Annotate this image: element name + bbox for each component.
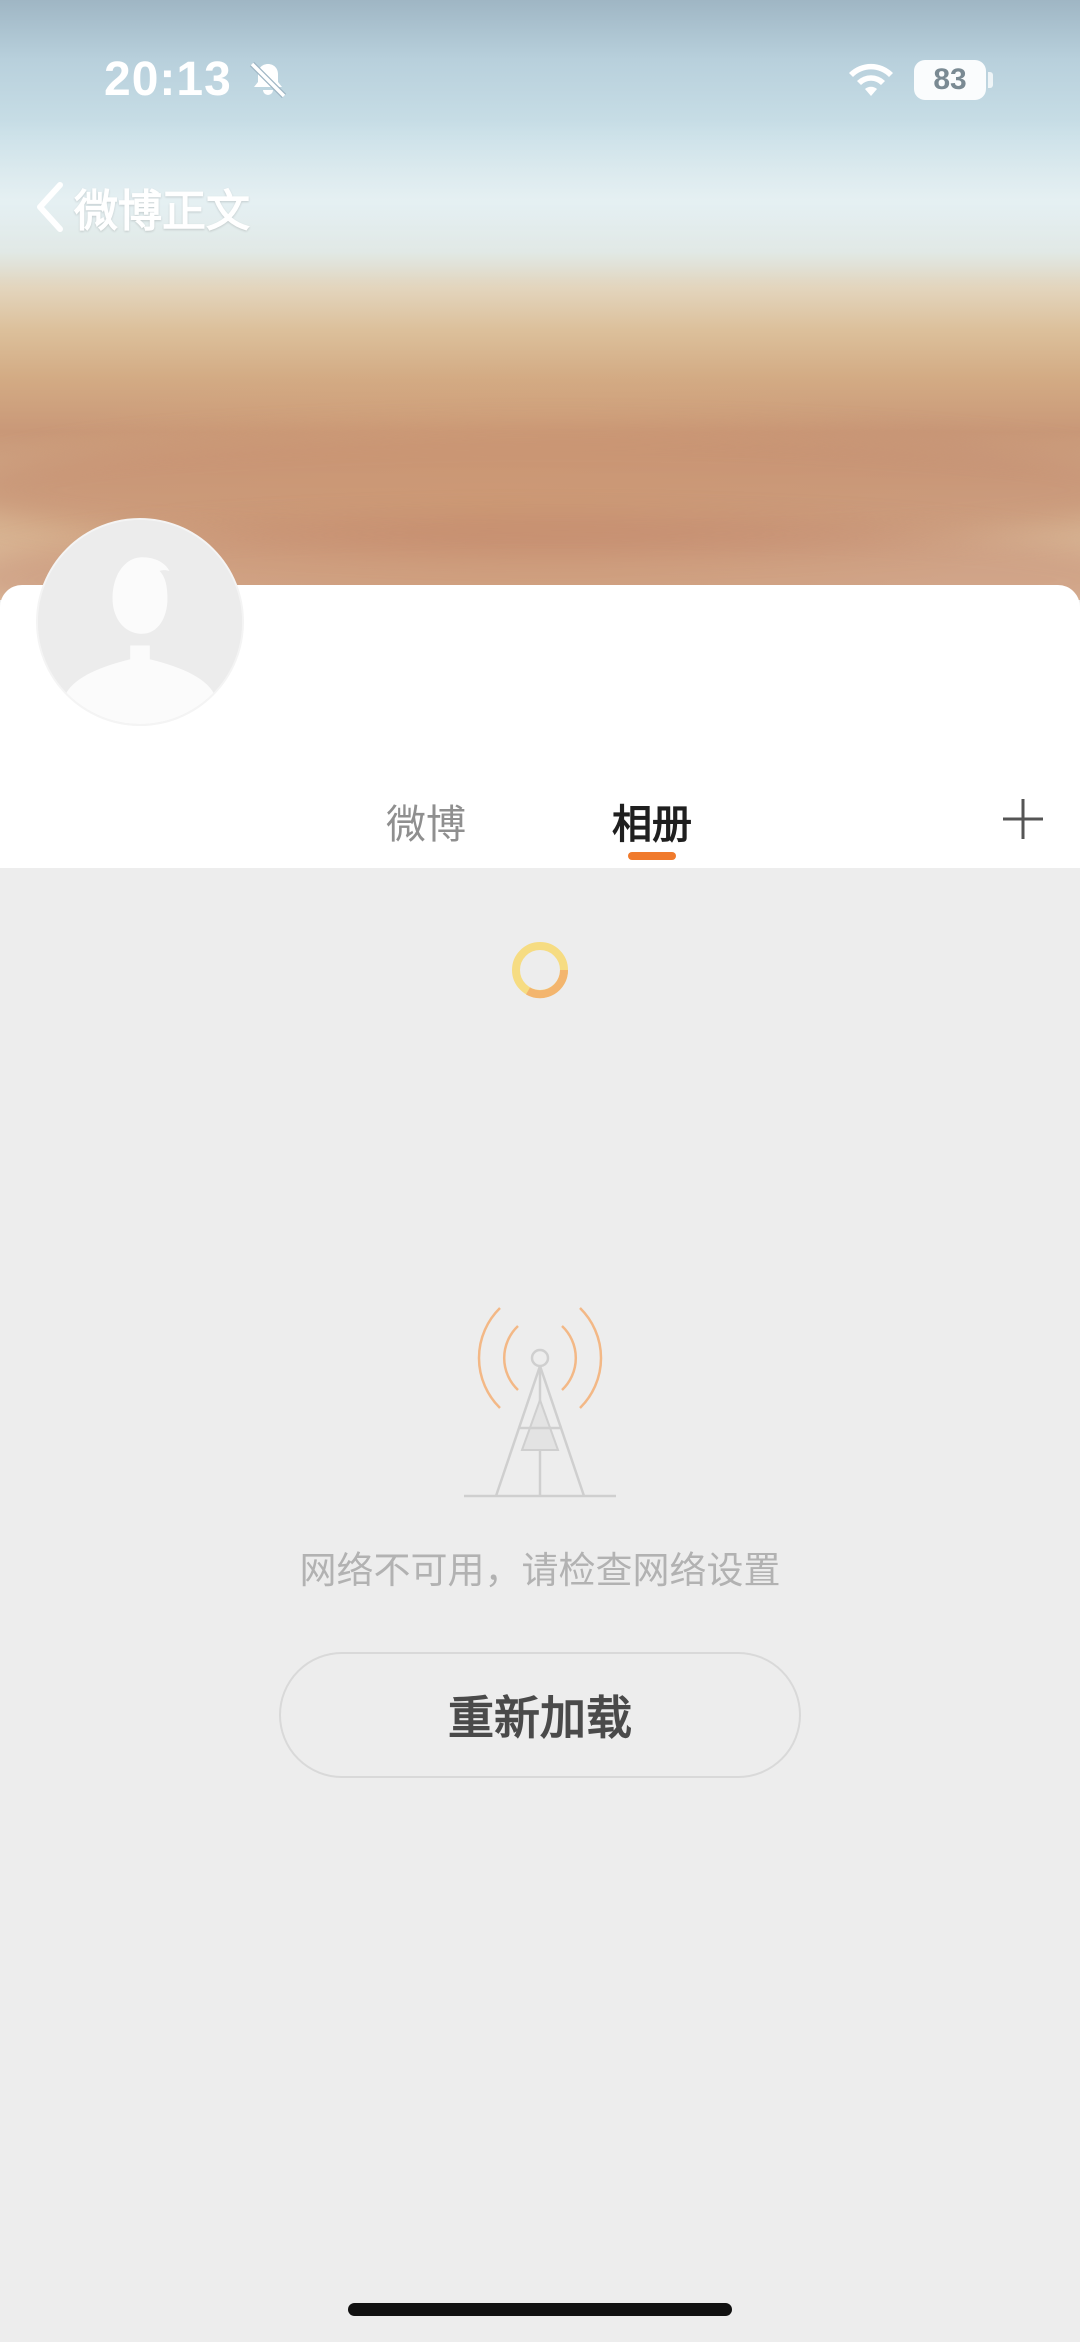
battery-icon: 83 bbox=[914, 60, 986, 100]
tab-bar: 微博 相册 bbox=[0, 780, 1080, 868]
battery-level: 83 bbox=[933, 63, 967, 96]
wifi-icon bbox=[849, 63, 893, 96]
back-label: 微博正文 bbox=[74, 186, 250, 237]
status-bar: 20:13 83 bbox=[0, 0, 1080, 150]
tab-weibo[interactable]: 微博 bbox=[386, 792, 466, 850]
loading-spinner-icon bbox=[512, 942, 569, 999]
default-avatar-icon bbox=[38, 520, 242, 724]
tab-active-indicator bbox=[628, 852, 676, 860]
back-button[interactable]: 微博正文 bbox=[30, 175, 250, 239]
tab-album[interactable]: 相册 bbox=[612, 792, 692, 850]
avatar[interactable] bbox=[36, 518, 244, 726]
plus-icon[interactable] bbox=[1000, 796, 1046, 842]
bell-muted-icon bbox=[249, 61, 287, 99]
status-time: 20:13 bbox=[104, 53, 232, 106]
chevron-left-icon bbox=[37, 182, 63, 232]
reload-button[interactable]: 重新加载 bbox=[279, 1652, 801, 1778]
battery-tip bbox=[988, 72, 993, 88]
home-indicator[interactable] bbox=[348, 2303, 732, 2316]
network-error-message: 网络不可用，请检查网络设置 bbox=[299, 1549, 781, 1592]
signal-tower-icon bbox=[464, 1307, 616, 1498]
